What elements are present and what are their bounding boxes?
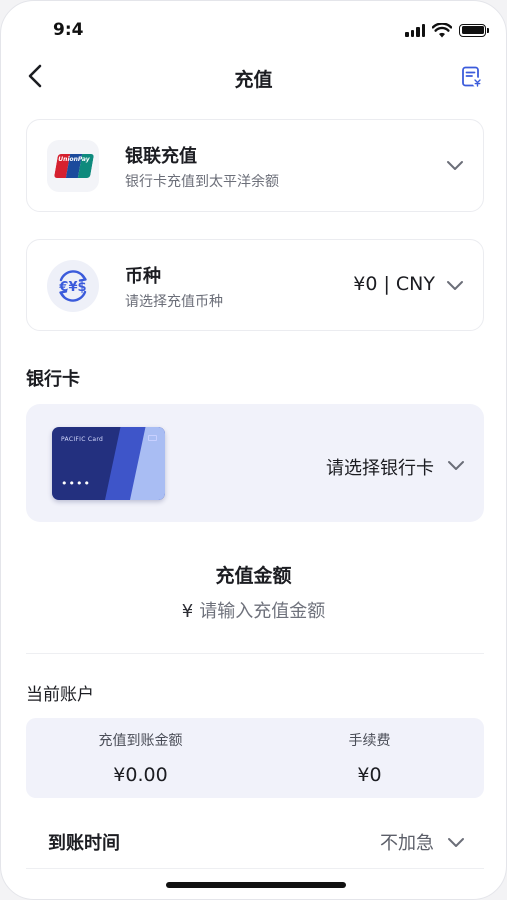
bank-card-selector[interactable]: PACIFIC Card •••• 请选择银行卡 — [26, 404, 484, 522]
payment-method-subtitle: 银行卡充值到太平洋余额 — [125, 174, 279, 190]
currency-selector[interactable]: €¥$ 币种 请选择充值币种 ¥0 | CNY — [26, 239, 484, 331]
arrival-time-label: 到账时间 — [48, 833, 120, 854]
payment-method-title: 银联充值 — [125, 146, 197, 167]
status-icons — [405, 20, 489, 40]
chevron-down-icon — [447, 281, 463, 290]
amount-currency-symbol: ¥ — [181, 601, 194, 622]
bank-card-placeholder: 请选择银行卡 — [326, 458, 434, 479]
currency-value: ¥0 | CNY — [353, 273, 435, 295]
credited-amount-label: 充值到账金额 — [98, 733, 183, 749]
receipt-icon[interactable] — [460, 65, 484, 89]
chevron-down-icon — [448, 838, 464, 847]
payment-method-selector[interactable]: UnionPay 银联充值 银行卡充值到太平洋余额 — [26, 119, 484, 212]
phone-screen: 9:4 充值 UnionPay 银联充值 银行卡充值到太平洋余额 €¥$ 币种 … — [0, 0, 507, 900]
divider — [26, 653, 484, 654]
amount-placeholder: 请输入充值金额 — [199, 601, 326, 622]
svg-text:€¥$: €¥$ — [58, 280, 86, 295]
credited-amount-value: ¥0.00 — [113, 764, 168, 786]
currency-title: 币种 — [125, 266, 161, 287]
status-time: 9:4 — [53, 20, 84, 40]
unionpay-logo: UnionPay — [47, 140, 99, 192]
bank-card-section-label: 银行卡 — [26, 369, 80, 390]
arrival-time-value: 不加急 — [380, 833, 434, 854]
chevron-down-icon — [448, 461, 464, 470]
wifi-icon — [432, 22, 452, 37]
amount-input[interactable]: ¥ 请输入充值金额 — [1, 597, 506, 623]
arrival-time-selector[interactable]: 到账时间 不加急 — [26, 819, 484, 863]
unionpay-logo-text: UnionPay — [58, 156, 90, 163]
home-indicator[interactable] — [166, 882, 346, 888]
chevron-down-icon — [447, 161, 463, 170]
amount-title: 充值金额 — [215, 565, 292, 587]
currency-subtitle: 请选择充值币种 — [125, 294, 223, 310]
signal-icon — [405, 23, 425, 37]
card-number-masked: •••• — [61, 477, 91, 490]
fee-value: ¥0 — [357, 764, 382, 786]
bank-card-brand: PACIFIC Card — [61, 436, 104, 443]
battery-icon — [459, 23, 489, 37]
page-title: 充值 — [234, 69, 273, 91]
credited-amount-column: 充值到账金额 ¥0.00 — [26, 718, 255, 786]
fee-label: 手续费 — [348, 733, 391, 749]
currency-exchange-icon: €¥$ — [47, 260, 99, 312]
account-summary: 充值到账金额 ¥0.00 手续费 ¥0 — [26, 718, 484, 798]
account-section-label: 当前账户 — [26, 685, 94, 705]
bank-card-image: PACIFIC Card •••• — [52, 427, 165, 500]
fee-column: 手续费 ¥0 — [255, 718, 484, 786]
divider — [26, 868, 484, 869]
card-chip-icon — [148, 435, 157, 441]
